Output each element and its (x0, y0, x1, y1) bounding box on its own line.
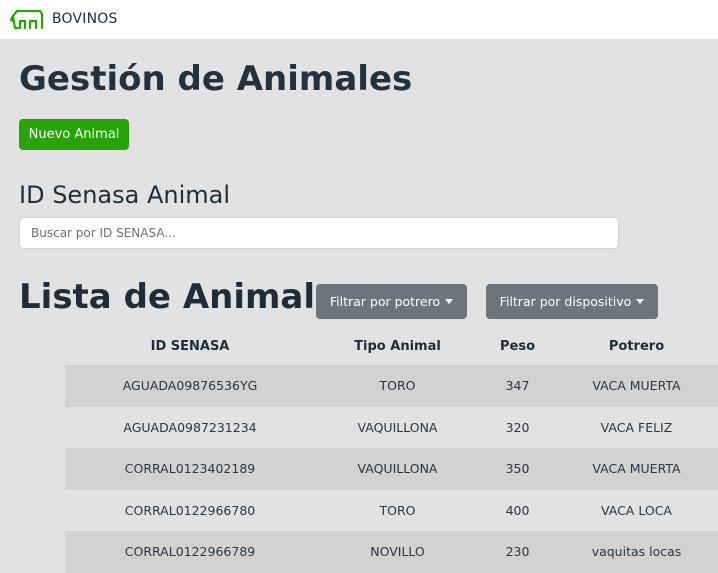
table-row[interactable]: AGUADA09876536YG TORO 347 VACA MUERTA (65, 365, 718, 407)
new-animal-button[interactable]: Nuevo Animal (19, 119, 129, 150)
senasa-search-input[interactable] (19, 217, 619, 249)
column-header-potrero: Potrero (608, 338, 665, 354)
column-header-id-senasa: ID SENASA (150, 338, 230, 354)
cell-tipo-animal: TORO (315, 489, 480, 531)
main-content: Gestión de Animales Nuevo Animal ID Sena… (0, 39, 718, 573)
cell-potrero: VACA MUERTA (555, 365, 718, 407)
navbar: BOVINOS (0, 0, 718, 39)
table-row[interactable]: CORRAL0123402189 VAQUILLONA 350 VACA MUE… (65, 448, 718, 490)
cell-tipo-animal: VAQUILLONA (315, 448, 480, 490)
cell-tipo-animal: NOVILLO (315, 531, 480, 573)
filter-dispositivo-dropdown[interactable]: Filtrar por dispositivo (486, 284, 658, 319)
table-row[interactable]: CORRAL0122966789 NOVILLO 230 vaquitas lo… (65, 531, 718, 573)
cell-potrero: VACA FELIZ (555, 406, 718, 448)
table-row[interactable]: CORRAL0122966780 TORO 400 VACA LOCA (65, 489, 718, 531)
cell-peso: 230 (480, 531, 555, 573)
column-header-tipo-animal: Tipo Animal (354, 338, 441, 354)
cell-id-senasa: CORRAL0123402189 (65, 448, 315, 490)
cell-id-senasa: CORRAL0122966789 (65, 531, 315, 573)
column-header-peso: Peso (499, 338, 535, 354)
search-label: ID Senasa Animal (19, 181, 230, 209)
cell-peso: 400 (480, 489, 555, 531)
cell-tipo-animal: VAQUILLONA (315, 406, 480, 448)
filter-dispositivo-label: Filtrar por dispositivo (499, 294, 632, 309)
cell-potrero: VACA LOCA (555, 489, 718, 531)
cell-peso: 350 (480, 448, 555, 490)
table-header-row: ID SENASA Tipo Animal Peso Potrero (65, 327, 718, 365)
list-title: Lista de Animales (19, 277, 359, 317)
cell-potrero: vaquitas locas (555, 531, 718, 573)
brand-link[interactable]: BOVINOS (52, 11, 118, 27)
cell-peso: 347 (480, 365, 555, 407)
cell-id-senasa: CORRAL0122966780 (65, 489, 315, 531)
cell-tipo-animal: TORO (315, 365, 480, 407)
table-row[interactable]: AGUADA0987231234 VAQUILLONA 320 VACA FEL… (65, 406, 718, 448)
cell-peso: 320 (480, 406, 555, 448)
caret-down-icon (445, 299, 454, 304)
cow-icon[interactable] (9, 8, 45, 32)
cell-id-senasa: AGUADA0987231234 (65, 406, 315, 448)
cell-id-senasa: AGUADA09876536YG (65, 365, 315, 407)
filter-potrero-dropdown[interactable]: Filtrar por potrero (316, 284, 467, 319)
page-title: Gestión de Animales (19, 59, 413, 99)
animals-table: ID SENASA Tipo Animal Peso Potrero AGUAD… (65, 327, 718, 573)
cell-potrero: VACA MUERTA (555, 448, 718, 490)
caret-down-icon (636, 299, 645, 304)
filter-potrero-label: Filtrar por potrero (329, 294, 441, 309)
